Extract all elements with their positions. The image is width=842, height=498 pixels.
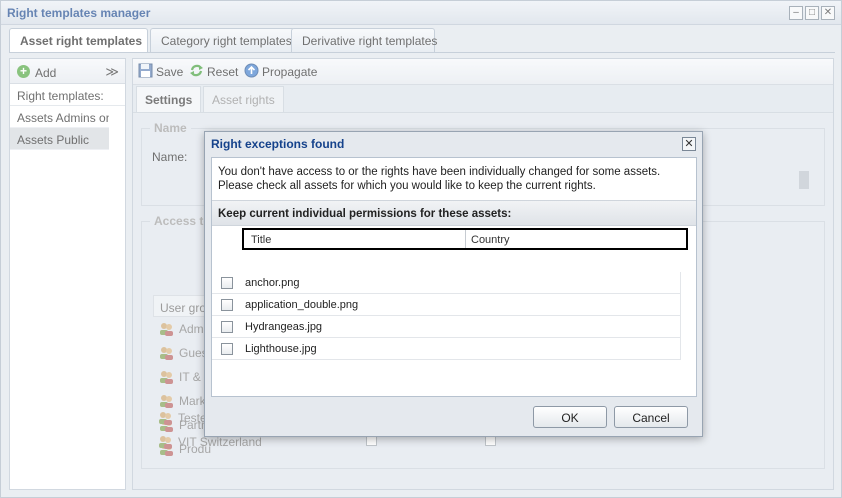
row-title: anchor.png [245, 277, 300, 289]
row-checkbox[interactable] [221, 343, 233, 355]
row-checkbox[interactable] [221, 299, 233, 311]
row-title: application_double.png [245, 299, 359, 311]
column-title[interactable]: Title [251, 234, 271, 246]
row-title: Lighthouse.jpg [245, 343, 317, 355]
row-border [680, 316, 681, 338]
row-border [680, 338, 681, 360]
row-title: Hydrangeas.jpg [245, 321, 323, 333]
right-exceptions-dialog: Right exceptions found ✕ You don't have … [204, 131, 703, 437]
dialog-section-header: Keep current individual permissions for … [212, 200, 696, 226]
row-border [680, 272, 681, 294]
column-separator [465, 230, 466, 248]
dialog-close-icon[interactable]: ✕ [682, 137, 696, 151]
assets-table-header: Title Country [242, 228, 688, 250]
row-border [680, 294, 681, 316]
column-country[interactable]: Country [471, 234, 510, 246]
table-row[interactable]: Lighthouse.jpg [212, 338, 681, 360]
dialog-body: You don't have access to or the rights h… [211, 157, 697, 397]
table-row[interactable]: application_double.png [212, 294, 681, 316]
row-checkbox[interactable] [221, 277, 233, 289]
ok-button[interactable]: OK [533, 406, 607, 428]
table-row[interactable]: Hydrangeas.jpg [212, 316, 681, 338]
cancel-button[interactable]: Cancel [614, 406, 688, 428]
table-row[interactable]: anchor.png [212, 272, 681, 294]
row-checkbox[interactable] [221, 321, 233, 333]
dialog-title: Right exceptions found [211, 137, 345, 151]
dialog-message: You don't have access to or the rights h… [218, 166, 661, 192]
